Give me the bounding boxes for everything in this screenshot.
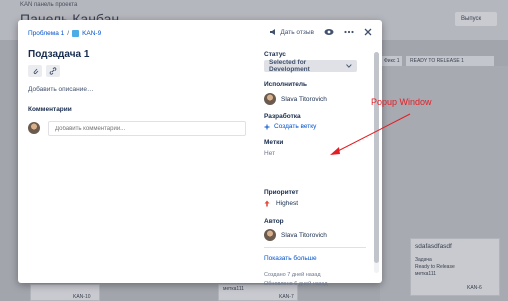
annotation-arrow (330, 113, 411, 155)
